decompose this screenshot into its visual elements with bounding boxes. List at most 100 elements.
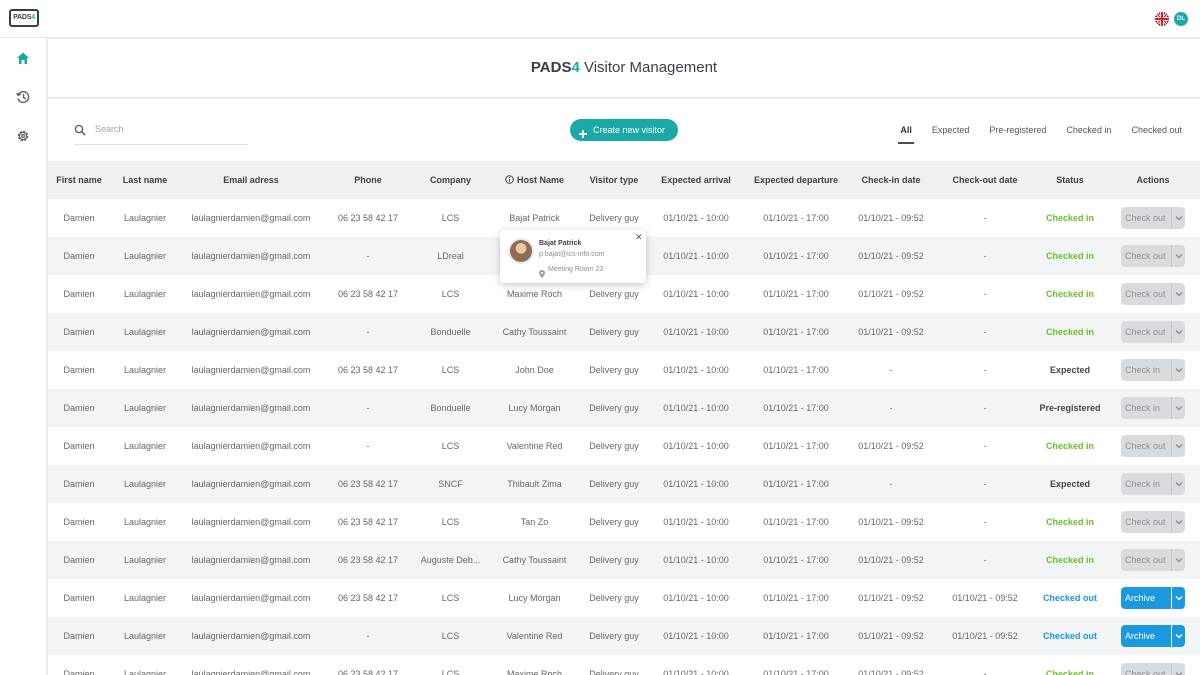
check-in-button[interactable]: Check in: [1121, 473, 1185, 495]
check-out-date-cell: 01/10/21 - 09:52: [952, 593, 1018, 603]
check-out-button[interactable]: Check out: [1121, 321, 1185, 343]
close-icon[interactable]: ✕: [635, 233, 643, 242]
expected-departure-cell: 01/10/21 - 17:00: [763, 213, 829, 223]
action-label: Archive: [1125, 631, 1156, 641]
chevron-down-icon[interactable]: [1171, 245, 1185, 267]
chevron-down-icon[interactable]: [1171, 511, 1185, 533]
company-cell: Bonduelle: [430, 403, 471, 413]
popover-host-name: Bajat Patrick: [539, 240, 582, 247]
expected-arrival-cell: 01/10/21 - 10:00: [663, 213, 729, 223]
expected-arrival-cell: 01/10/21 - 10:00: [663, 479, 729, 489]
table-row[interactable]: Damien Laulagnier laulagnierdamien@gmail.c…: [48, 427, 1200, 465]
create-new-visitor-button[interactable]: Create new visitor: [570, 119, 678, 141]
archive-button[interactable]: Archive: [1121, 625, 1185, 647]
check-out-button[interactable]: Check out: [1121, 283, 1185, 305]
last-name-cell: Laulagnier: [123, 289, 167, 299]
column-header-label: First name: [56, 175, 102, 185]
filter-tab-expected[interactable]: Expected: [932, 125, 970, 141]
check-out-date-cell: -: [983, 555, 987, 565]
check-in-date-cell: 01/10/21 - 09:52: [858, 213, 924, 223]
expected-arrival-cell: 01/10/21 - 10:00: [663, 593, 729, 603]
chevron-down-icon[interactable]: [1171, 549, 1185, 571]
chevron-down-icon[interactable]: [1171, 283, 1185, 305]
filter-tab-all[interactable]: All: [898, 125, 914, 144]
company-cell: Bonduelle: [430, 327, 471, 337]
gear-icon[interactable]: [15, 128, 31, 144]
archive-button[interactable]: Archive: [1121, 587, 1185, 609]
column-header-label: Company: [429, 175, 471, 185]
sidebar: [0, 38, 47, 675]
history-icon[interactable]: [15, 89, 31, 105]
table-row[interactable]: Damien Laulagnier laulagnierdamien@gmail.c…: [48, 313, 1200, 351]
filter-tab-pre-registered[interactable]: Pre-registered: [989, 125, 1046, 141]
check-out-button[interactable]: Check out: [1121, 549, 1185, 571]
chevron-down-icon[interactable]: [1171, 359, 1185, 381]
chevron-down-icon[interactable]: [1171, 321, 1185, 343]
home-icon[interactable]: [15, 50, 31, 66]
chevron-down-icon[interactable]: [1171, 435, 1185, 457]
check-out-button[interactable]: Check out: [1121, 245, 1185, 267]
logo-text: PADS: [13, 14, 32, 21]
first-name-cell: Damien: [63, 555, 95, 565]
column-header: Phone: [322, 175, 414, 185]
email-cell: laulagnierdamien@gmail.com: [191, 441, 311, 451]
column-header-label: Visitor type: [589, 175, 639, 185]
visitor-type-cell: Delivery guy: [589, 289, 639, 299]
check-in-date-cell: 01/10/21 - 09:52: [858, 327, 924, 337]
visitor-type-cell: Delivery guy: [589, 555, 639, 565]
expected-departure-cell: 01/10/21 - 17:00: [763, 403, 829, 413]
company-cell: LDreal: [437, 251, 464, 261]
check-out-button[interactable]: Check out: [1121, 511, 1185, 533]
chevron-down-icon[interactable]: [1171, 663, 1185, 675]
table-row[interactable]: Damien Laulagnier laulagnierdamien@gmail.c…: [48, 389, 1200, 427]
column-header-label: Actions: [1136, 175, 1170, 185]
filter-tab-checked-in[interactable]: Checked in: [1066, 125, 1111, 141]
expected-departure-cell: 01/10/21 - 17:00: [763, 251, 829, 261]
info-icon[interactable]: [505, 175, 514, 184]
visitor-type-cell: Delivery guy: [589, 327, 639, 337]
expected-arrival-cell: 01/10/21 - 10:00: [663, 251, 729, 261]
check-out-button[interactable]: Check out: [1121, 207, 1185, 229]
expected-arrival-cell: 01/10/21 - 10:00: [663, 555, 729, 565]
table-row[interactable]: Damien Laulagnier laulagnierdamien@gmail.c…: [48, 465, 1200, 503]
chevron-down-icon[interactable]: [1171, 587, 1185, 609]
company-cell: LCS: [441, 441, 460, 451]
company-cell: LCS: [441, 593, 460, 603]
search-input[interactable]: [95, 121, 245, 137]
filter-tab-checked-out[interactable]: Checked out: [1131, 125, 1182, 141]
chevron-down-icon[interactable]: [1171, 625, 1185, 647]
phone-cell: 06 23 58 42 17: [337, 213, 399, 223]
column-header: Check-out date: [936, 175, 1034, 185]
user-avatar[interactable]: DL: [1174, 12, 1188, 26]
email-cell: laulagnierdamien@gmail.com: [191, 213, 311, 223]
check-in-button[interactable]: Check in: [1121, 397, 1185, 419]
check-out-button[interactable]: Check out: [1121, 435, 1185, 457]
first-name-cell: Damien: [63, 517, 95, 527]
expected-arrival-cell: 01/10/21 - 10:00: [663, 289, 729, 299]
check-out-button[interactable]: Check out: [1121, 663, 1185, 675]
uk-flag-icon[interactable]: [1155, 12, 1169, 26]
chevron-down-icon[interactable]: [1171, 207, 1185, 229]
column-header: Actions: [1106, 175, 1200, 185]
company-cell: Auguste Deb...: [420, 555, 481, 565]
chevron-down-icon[interactable]: [1171, 473, 1185, 495]
phone-cell: 06 23 58 42 17: [337, 289, 399, 299]
status-cell: Checked in: [1045, 327, 1094, 337]
table-row[interactable]: Damien Laulagnier laulagnierdamien@gmail.c…: [48, 579, 1200, 617]
table-row[interactable]: Damien Laulagnier laulagnierdamien@gmail.c…: [48, 351, 1200, 389]
search-icon: [74, 123, 86, 136]
actions-cell: Check out: [1106, 663, 1200, 675]
table-row[interactable]: Damien Laulagnier laulagnierdamien@gmail.c…: [48, 503, 1200, 541]
check-in-date-cell: -: [889, 403, 893, 413]
chevron-down-icon[interactable]: [1171, 397, 1185, 419]
check-in-button[interactable]: Check in: [1121, 359, 1185, 381]
pads4-logo[interactable]: PADS4: [9, 9, 39, 27]
host-name-cell: Bajat Patrick: [509, 213, 560, 223]
table-row[interactable]: Damien Laulagnier laulagnierdamien@gmail.c…: [48, 655, 1200, 675]
company-cell: LCS: [441, 289, 460, 299]
table-row[interactable]: Damien Laulagnier laulagnierdamien@gmail.c…: [48, 617, 1200, 655]
table-row[interactable]: Damien Laulagnier laulagnierdamien@gmail.c…: [48, 541, 1200, 579]
check-out-date-cell: 01/10/21 - 09:52: [952, 631, 1018, 641]
status-cell: Pre-registered: [1039, 403, 1101, 413]
last-name-cell: Laulagnier: [123, 441, 167, 451]
